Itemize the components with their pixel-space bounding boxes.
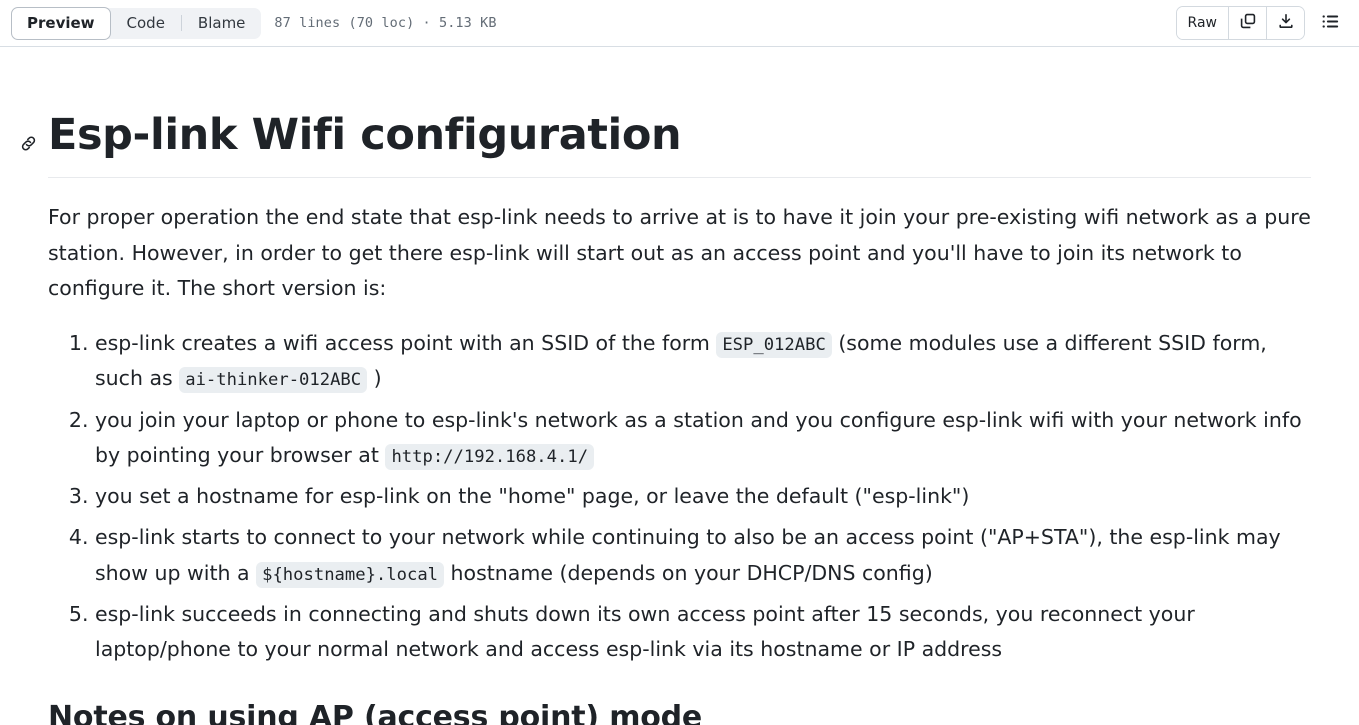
- tab-code[interactable]: Code: [111, 8, 181, 39]
- inline-code: ESP_012ABC: [716, 332, 832, 359]
- tab-blame[interactable]: Blame: [182, 8, 262, 39]
- toolbar-actions: Raw: [1175, 6, 1345, 40]
- list-item: you join your laptop or phone to esp-lin…: [95, 403, 1311, 474]
- file-stats: 87 lines (70 loc) · 5.13 KB: [274, 15, 497, 31]
- raw-button[interactable]: Raw: [1176, 7, 1228, 39]
- file-toolbar: Preview Code Blame 87 lines (70 loc) · 5…: [0, 0, 1359, 47]
- inline-code: ${hostname}.local: [256, 561, 445, 588]
- download-icon: [1278, 13, 1294, 33]
- steps-list: esp-link creates a wifi access point wit…: [48, 326, 1311, 667]
- copy-button[interactable]: [1228, 7, 1266, 39]
- page-title-text: Esp-link Wifi configuration: [48, 110, 682, 160]
- link-icon[interactable]: [17, 132, 39, 154]
- section-heading: Notes on using AP (access point) mode: [48, 700, 703, 725]
- list-item: you set a hostname for esp-link on the "…: [95, 479, 1311, 514]
- markdown-body: Esp-link Wifi configuration For proper o…: [0, 109, 1359, 725]
- list-item: esp-link starts to connect to your netwo…: [95, 520, 1311, 591]
- inline-code: ai-thinker-012ABC: [179, 367, 368, 394]
- list-item: esp-link creates a wifi access point wit…: [95, 326, 1311, 397]
- page-title: Esp-link Wifi configuration: [21, 109, 1311, 179]
- download-button[interactable]: [1266, 7, 1304, 39]
- outline-icon: [1322, 13, 1339, 33]
- outline-button[interactable]: [1315, 8, 1345, 38]
- view-mode-segmented-control[interactable]: Preview Code Blame: [11, 6, 262, 40]
- file-action-button-group: Raw: [1175, 6, 1305, 40]
- list-item: esp-link succeeds in connecting and shut…: [95, 597, 1311, 668]
- copy-icon: [1240, 13, 1256, 33]
- markdown-content: Esp-link Wifi configuration For proper o…: [21, 109, 1331, 725]
- intro-paragraph: For proper operation the end state that …: [48, 205, 1311, 300]
- tab-preview[interactable]: Preview: [11, 6, 111, 40]
- inline-code: http://192.168.4.1/: [385, 443, 595, 470]
